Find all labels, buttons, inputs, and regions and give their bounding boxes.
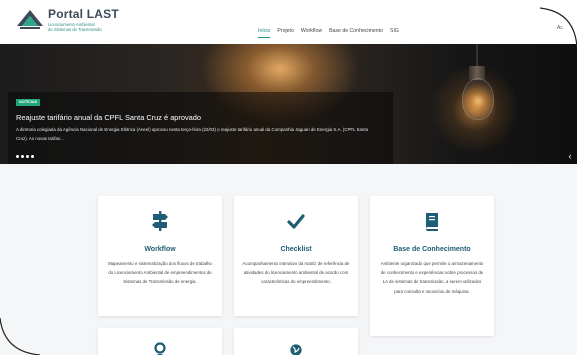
header: Portal LAST Licenciamento Ambiental de S…	[0, 0, 577, 44]
logo-subtitle-line2: de Sistemas de Transmissão	[48, 27, 102, 32]
checkmark-icon	[234, 210, 358, 232]
bulb-wire	[476, 44, 478, 66]
nav-item-projeto[interactable]: Projeto	[277, 28, 293, 38]
hero-carousel[interactable]: NOTÍCIAS Reajuste tarifário anual da CPF…	[0, 44, 577, 164]
carousel-indicators	[16, 155, 34, 158]
globe-icon	[234, 342, 358, 355]
logo-title: Portal LAST	[48, 7, 119, 21]
card-title: Checklist	[280, 246, 312, 253]
carousel-dot-4[interactable]	[31, 155, 34, 158]
logo-subtitle: Licenciamento Ambiental de Sistemas de T…	[48, 22, 102, 32]
card-description: Mapeamento e sistematização dos fluxos d…	[108, 261, 212, 285]
card-title: Workflow	[144, 246, 176, 253]
news-tag-badge: NOTÍCIAS	[16, 99, 41, 106]
carousel-prev-chevron-icon[interactable]: ‹	[564, 150, 576, 162]
card-title: Base de Conhecimento	[393, 246, 471, 253]
card-row2-globe[interactable]	[234, 328, 358, 355]
nav-item-base-de-conhecimento[interactable]: Base de Conhecimento	[329, 28, 383, 38]
logo[interactable]: Portal LAST Licenciamento Ambiental de S…	[16, 6, 136, 36]
map-pin-icon	[98, 342, 222, 355]
card-checklist[interactable]: Checklist Acompanhamento interativo da m…	[234, 196, 358, 316]
carousel-dot-2[interactable]	[21, 155, 24, 158]
nav-item-sig[interactable]: SIG	[390, 28, 399, 38]
card-description: Acompanhamento interativo da matriz de r…	[242, 261, 350, 285]
card-base-de-conhecimento[interactable]: Base de Conhecimento Ambiente organizado…	[370, 196, 494, 336]
main-nav: Início Projeto Workflow Base de Conhecim…	[258, 28, 399, 38]
card-row2-map[interactable]	[98, 328, 222, 355]
hero-headline[interactable]: Reajuste tarifário anual da CPFL Santa C…	[16, 113, 201, 122]
nav-item-inicio[interactable]: Início	[258, 28, 271, 38]
card-workflow[interactable]: Workflow Mapeamento e sistematização dos…	[98, 196, 222, 316]
carousel-dot-1[interactable]	[16, 155, 19, 158]
hero-summary: A diretoria colegiada da Agência Naciona…	[16, 127, 369, 141]
logo-mark-icon	[17, 10, 43, 29]
book-icon	[370, 210, 494, 232]
nav-item-workflow[interactable]: Workflow	[301, 28, 322, 38]
signpost-icon	[98, 210, 222, 232]
carousel-dot-3[interactable]	[26, 155, 29, 158]
lightbulb-icon	[462, 78, 494, 120]
header-access-link[interactable]: Ac	[557, 25, 563, 31]
card-description: Ambiente organizado que permite o armaze…	[380, 261, 484, 294]
page: Portal LAST Licenciamento Ambiental de S…	[0, 0, 577, 355]
